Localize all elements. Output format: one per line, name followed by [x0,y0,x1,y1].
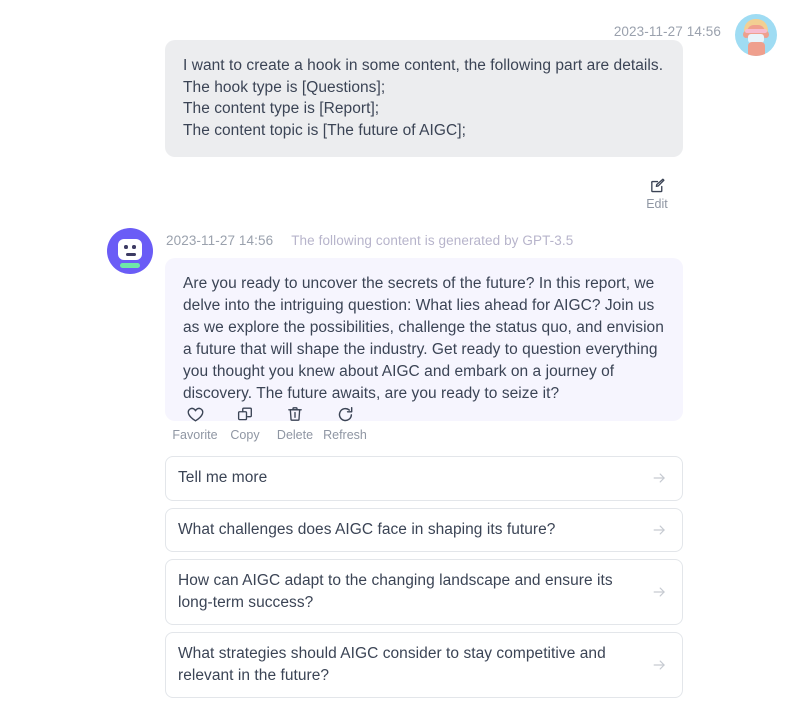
chat-conversation: 2023-11-27 14:56 I want to create a hook… [0,0,791,698]
user-message-line: The hook type is [Questions]; [183,78,386,96]
assistant-timestamp: 2023-11-27 14:56 [166,233,274,248]
assistant-message-bubble: Are you ready to uncover the secrets of … [165,258,683,421]
robot-mouth [126,253,136,256]
refresh-button-label: Refresh [323,428,367,442]
refresh-icon [320,404,370,424]
assistant-robot-avatar [107,228,153,274]
robot-eye-right [132,245,136,249]
suggestion-chip-label: What challenges does AIGC face in shapin… [178,520,556,538]
edit-pencil-square-icon [639,176,675,194]
robot-head [118,239,142,260]
suggestion-chip[interactable]: Tell me more [165,456,683,501]
avatar-neck [748,42,765,56]
suggestion-chip[interactable]: What challenges does AIGC face in shapin… [165,507,683,552]
arrow-right-icon [651,521,668,538]
user-message-line: The content topic is [The future of AIGC… [183,121,466,139]
favorite-button-label: Favorite [172,428,218,442]
delete-button-label: Delete [276,428,314,442]
suggestion-chip[interactable]: What strategies should AIGC consider to … [165,632,683,698]
avatar-headband [745,29,767,33]
suggested-prompts-list: Tell me more What challenges does AIGC f… [165,456,683,705]
favorite-button[interactable]: Favorite [170,404,220,443]
arrow-right-icon [651,584,668,601]
heart-icon [170,404,220,424]
robot-base [120,263,140,268]
user-message-bubble: I want to create a hook in some content,… [165,40,683,157]
user-avatar [735,14,777,56]
suggestion-chip[interactable]: How can AIGC adapt to the changing lands… [165,559,683,625]
arrow-right-icon [651,470,668,487]
copy-icon [220,404,270,424]
assistant-message-text: Are you ready to uncover the secrets of … [183,275,664,402]
copy-button-label: Copy [230,428,260,442]
suggestion-chip-label: What strategies should AIGC consider to … [178,645,606,684]
user-timestamp: 2023-11-27 14:56 [613,24,721,39]
edit-button-label: Edit [646,197,668,211]
copy-button[interactable]: Copy [220,404,270,443]
refresh-button[interactable]: Refresh [320,404,370,443]
suggestion-chip-label: How can AIGC adapt to the changing lands… [178,572,613,611]
edit-message-button[interactable]: Edit [639,176,675,212]
assistant-header-row: 2023-11-27 14:56 The following content i… [166,232,573,250]
robot-eye-left [124,245,128,249]
delete-button[interactable]: Delete [270,404,320,443]
message-action-bar: Favorite Copy Delete Refresh [170,404,370,443]
user-message-line: The content type is [Report]; [183,100,380,117]
trash-icon [270,404,320,424]
arrow-right-icon [651,657,668,674]
user-message-line: I want to create a hook in some content,… [183,57,664,74]
assistant-generated-note: The following content is generated by GP… [291,233,574,248]
suggestion-chip-label: Tell me more [178,469,268,486]
